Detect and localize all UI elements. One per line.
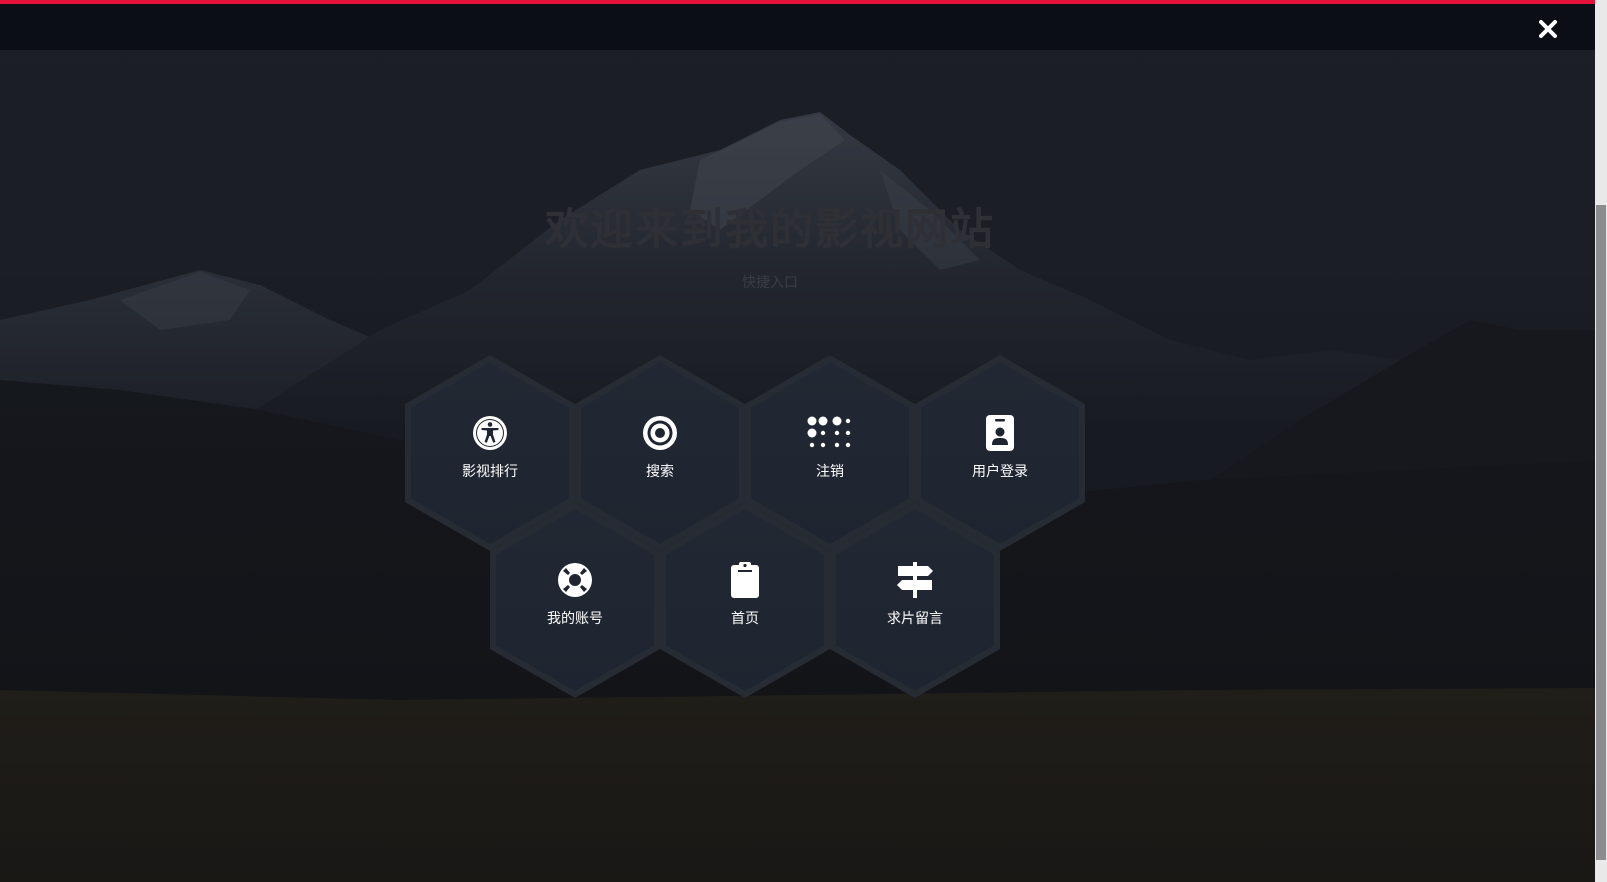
scrollbar[interactable] — [1595, 0, 1607, 882]
menu-item-label: 搜索 — [646, 464, 674, 480]
id-badge-icon — [986, 415, 1014, 451]
life-ring-icon — [558, 563, 592, 597]
menu-item-request[interactable]: 求片留言 — [830, 502, 1000, 698]
close-icon — [1539, 20, 1557, 38]
menu-item-label: 首页 — [731, 611, 759, 627]
menu-item-label: 我的账号 — [547, 611, 603, 627]
menu-item-label: 求片留言 — [887, 611, 943, 627]
signpost-icon — [897, 562, 933, 598]
menu-item-label: 用户登录 — [972, 464, 1028, 480]
target-icon — [643, 416, 677, 450]
page-title: 欢迎来到我的影视网站 — [545, 205, 995, 255]
braille-icon — [807, 416, 851, 448]
menu-item-home[interactable]: 首页 — [660, 502, 830, 698]
page-subtitle: 快捷入口 — [742, 275, 798, 291]
close-button[interactable] — [1529, 10, 1567, 48]
top-bar — [0, 4, 1595, 50]
accessibility-icon — [473, 416, 507, 450]
menu-item-label: 影视排行 — [462, 464, 518, 480]
page: 欢迎来到我的影视网站 快捷入口 影视排行 搜索 注销 用户登录 我的账号 首页 … — [0, 0, 1607, 882]
menu-item-label: 注销 — [816, 464, 844, 480]
clipboard-icon — [731, 562, 759, 598]
scrollbar-thumb[interactable] — [1596, 205, 1606, 860]
menu-item-my-account[interactable]: 我的账号 — [490, 502, 660, 698]
